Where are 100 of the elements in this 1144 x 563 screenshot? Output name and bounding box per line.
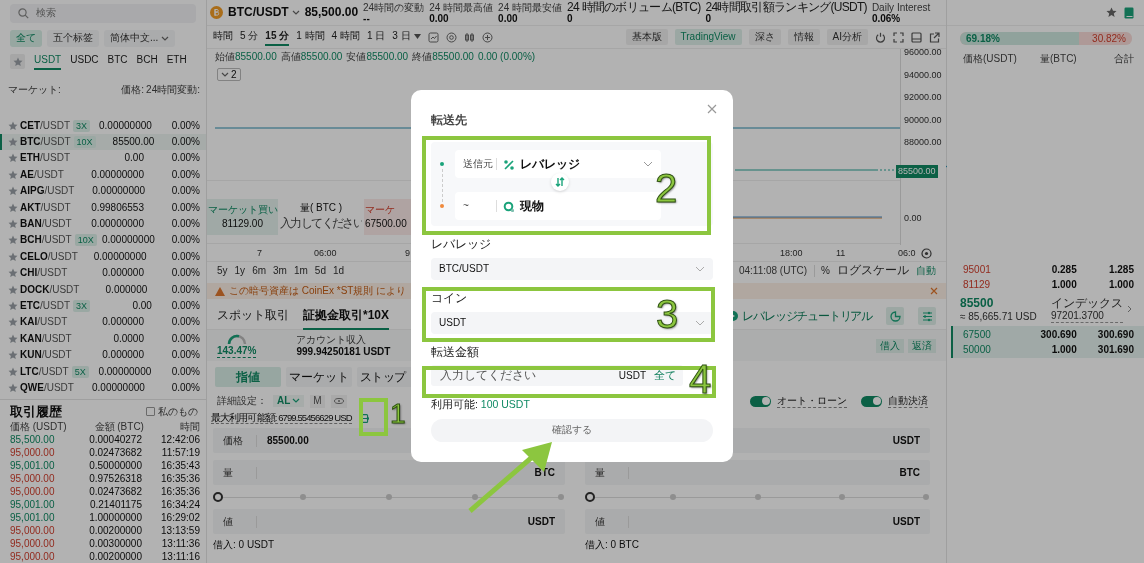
market-price: 0.00000000 <box>91 381 145 394</box>
order-price: 50000 <box>963 343 992 356</box>
trade-amount: 0.02473682 <box>88 446 142 459</box>
settings-label: 詳細設定： <box>217 395 267 407</box>
stat-label: Daily Interest <box>871 1 931 13</box>
field-label: 転送金額 <box>431 345 480 361</box>
index-label: インデックス <box>1051 295 1123 310</box>
market-pair: DOCK/USDT <box>20 283 80 296</box>
trade-time: 13:11:16 <box>160 550 200 563</box>
ohlc-value: 0.00 (0.00%) <box>477 51 536 63</box>
stat-value: 0.00 <box>498 12 518 24</box>
trade-time: 16:34:24 <box>160 498 200 511</box>
unit-label: USDT <box>618 369 646 382</box>
trade-amount: 0.00300000 <box>88 537 142 550</box>
trade-time: 13:13:59 <box>160 524 200 537</box>
trade-amount: 0.50000000 <box>88 459 142 472</box>
trade-price: 95,000.00 <box>10 446 56 459</box>
toggle-label: 自動決済 <box>888 394 928 408</box>
trade-price: 95,000.00 <box>10 550 56 563</box>
leverage-badge: 3X <box>73 119 90 132</box>
axis-label: 06:00 <box>314 248 337 259</box>
field-label: 量 <box>595 466 629 479</box>
axis-label: 18:00 <box>780 248 803 259</box>
axis-label: 06:0 <box>898 248 916 259</box>
market-pair: BCH/USDT <box>20 234 72 247</box>
trade-time: 12:42:06 <box>160 433 200 446</box>
route-label: 送信元 <box>463 158 497 170</box>
stat-value: -- <box>363 12 371 24</box>
trade-price: 85,500.00 <box>10 433 56 446</box>
max-available-text: 最大利用可能額: 6799.55456629 USD <box>211 411 352 425</box>
market-change: 0.00% <box>170 250 200 263</box>
market-change: 0.00% <box>170 152 200 165</box>
column-header: 時間 <box>179 420 200 433</box>
trade-price: 95,000.00 <box>10 537 56 550</box>
market-pair: ETC/USDT <box>20 299 70 312</box>
field-label: 値 <box>595 515 629 528</box>
borrow-text: 借入: 0 BTC <box>585 539 640 551</box>
stat-value: 0.00 <box>429 12 449 24</box>
trade-amount: 0.00200000 <box>88 550 142 563</box>
market-pair: BTC/USDT <box>20 136 71 149</box>
trade-price: 95,001.00 <box>10 498 56 511</box>
buy-ratio: 69.18% <box>966 32 1000 45</box>
market-change: 0.00% <box>170 316 200 329</box>
unit-label: BTC <box>534 466 555 479</box>
order-amount: 0.285 <box>1050 264 1077 277</box>
market-change: 0.00% <box>170 168 200 181</box>
market-pair: BAN/USDT <box>20 218 72 230</box>
market-pair: AIPG/USDT <box>20 185 75 198</box>
market-pair: LTC/USDT <box>20 365 69 378</box>
route-label: ~ <box>463 200 497 212</box>
market-pair: CET/USDT <box>20 119 70 132</box>
market-price: 0.00000000 <box>92 250 147 263</box>
trade-amount: 0.21401175 <box>88 498 142 511</box>
market-pair: CELO/USDT <box>20 250 78 263</box>
market-pair: ETH/USDT <box>20 152 70 165</box>
clock-text: 04:11:08 (UTC) <box>738 264 808 277</box>
leverage-badge: 3X <box>73 299 90 312</box>
market-change: 0.00% <box>170 381 200 394</box>
trade-price: 95,001.00 <box>10 511 56 524</box>
market-price: 0.00 <box>123 152 144 165</box>
order-amount: 1.000 <box>1050 343 1077 356</box>
market-change: 0.00% <box>170 299 200 312</box>
market-change: 0.00% <box>170 349 200 362</box>
market-price: 0.99806553 <box>90 201 144 214</box>
income-value: 999.94250181 USDT <box>296 345 391 358</box>
risk-ratio: 143.47% <box>217 344 257 358</box>
market-price: 0.000000 <box>104 283 148 296</box>
trade-amount: 0.00200000 <box>88 524 142 537</box>
market-change: 0.00% <box>170 267 200 280</box>
leverage-badge: 10X <box>73 136 96 149</box>
stat-value: 0 <box>567 12 574 24</box>
stat-label: 24時間取引額ランキング(USDT) <box>705 1 867 13</box>
axis-label: 90000.00 <box>904 114 942 126</box>
account-name: レバレッジ <box>520 156 580 172</box>
trade-price: 95,000.00 <box>10 485 56 498</box>
trade-amount: 0.97526318 <box>88 472 142 485</box>
ohlc-value: 高値85500.00 <box>280 51 343 63</box>
section-title: 取引履歴 <box>10 404 62 420</box>
order-total: 300.690 <box>1096 328 1134 341</box>
market-change: 0.00% <box>170 283 200 296</box>
axis-label: 9 <box>405 248 410 259</box>
market-price: 0.00000000 <box>98 119 152 132</box>
leverage-badge: 10X <box>74 234 97 247</box>
field-label: 量 <box>223 466 257 479</box>
market-price: 0.0000 <box>112 332 144 345</box>
market-change: 0.00% <box>170 136 200 149</box>
trade-time: 11:57:19 <box>160 446 200 459</box>
last-price: 85500 <box>960 296 995 311</box>
toggle-label: オート・ローン <box>777 394 847 408</box>
column-header: 合計 <box>1113 52 1134 65</box>
trade-price: 95,000.00 <box>10 524 56 537</box>
column-header: 24時間変動: <box>145 83 200 96</box>
unit-label: USDT <box>527 515 555 528</box>
borrow-text: 借入: 0 USDT <box>213 539 276 551</box>
market-price: 0.000000 <box>101 316 144 329</box>
market-change: 0.00% <box>170 234 200 247</box>
market-pair: KAI/USDT <box>20 316 68 329</box>
axis-label: 0.00 <box>904 213 922 224</box>
ohlc-value: 始値85500.00 <box>215 51 277 63</box>
warning-text: この暗号資産は CoinEx *ST規則 により <box>229 285 407 297</box>
